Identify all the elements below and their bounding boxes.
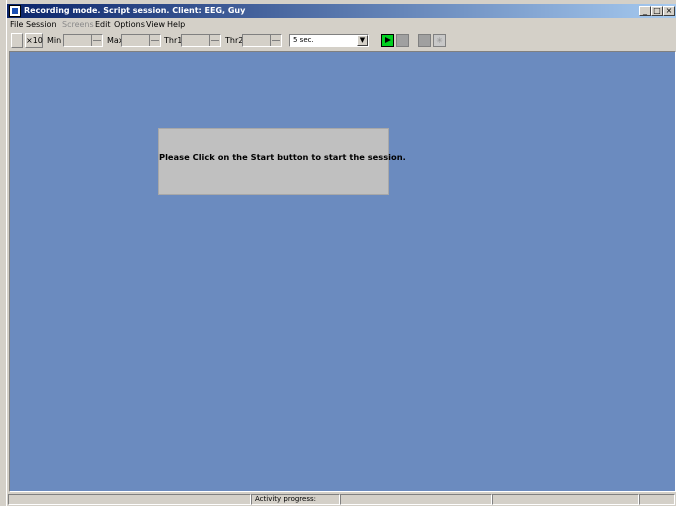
status-panel-5 [639,494,675,505]
pause-button[interactable] [418,34,431,47]
min-spin-arrows[interactable] [91,35,102,46]
min-label: Min [47,36,62,45]
thr1-spinner[interactable] [181,34,221,47]
message-panel: Please Click on the Start button to star… [158,128,406,195]
scale-button[interactable]: ×10 [25,33,43,48]
app-icon[interactable] [9,5,21,17]
minimize-button[interactable]: _ [639,6,651,16]
workspace: Please Click on the Start button to star… [9,51,676,492]
thr2-label: Thr2 [225,36,244,45]
max-spinner[interactable] [121,34,161,47]
close-button[interactable]: × [663,6,675,16]
window-title: Recording mode. Script session. Client: … [24,6,246,15]
title-bar[interactable]: Recording mode. Script session. Client: … [7,4,676,18]
status-panel-3 [340,494,492,505]
chevron-down-icon[interactable]: ▼ [357,35,368,46]
thr2-spinner[interactable] [242,34,282,47]
menu-help[interactable]: Help [167,19,185,31]
status-panel-1 [8,494,251,505]
thr2-spin-arrows[interactable] [270,35,281,46]
menu-options[interactable]: Options [114,19,145,31]
thr1-label: Thr1 [164,36,183,45]
stop-button[interactable] [396,34,409,47]
start-button[interactable] [381,34,394,47]
menu-screens[interactable]: Screens [62,19,94,31]
maximize-button[interactable]: □ [651,6,663,16]
menu-file[interactable]: File [10,19,23,31]
interval-dropdown[interactable]: 5 sec. ▼ [289,34,369,47]
activity-progress-label: Activity progress: [251,494,340,505]
menu-session[interactable]: Session [26,19,57,31]
menu-bar: File Session Screens Edit Options View H… [7,19,676,31]
app-window: Recording mode. Script session. Client: … [6,0,676,506]
settings-icon[interactable]: ✳ [433,34,446,47]
toolbar: ×10 Min Max Thr1 Thr2 5 sec. ▼ ✳ [7,32,676,50]
start-instruction-text: Please Click on the Start button to star… [159,152,406,162]
toolbar-small-button[interactable] [11,33,23,48]
menu-view[interactable]: View [146,19,165,31]
status-panel-4 [492,494,639,505]
min-spinner[interactable] [63,34,103,47]
interval-value: 5 sec. [293,36,314,44]
status-bar: Activity progress: [7,494,676,506]
max-spin-arrows[interactable] [149,35,160,46]
thr1-spin-arrows[interactable] [209,35,220,46]
menu-edit[interactable]: Edit [95,19,111,31]
